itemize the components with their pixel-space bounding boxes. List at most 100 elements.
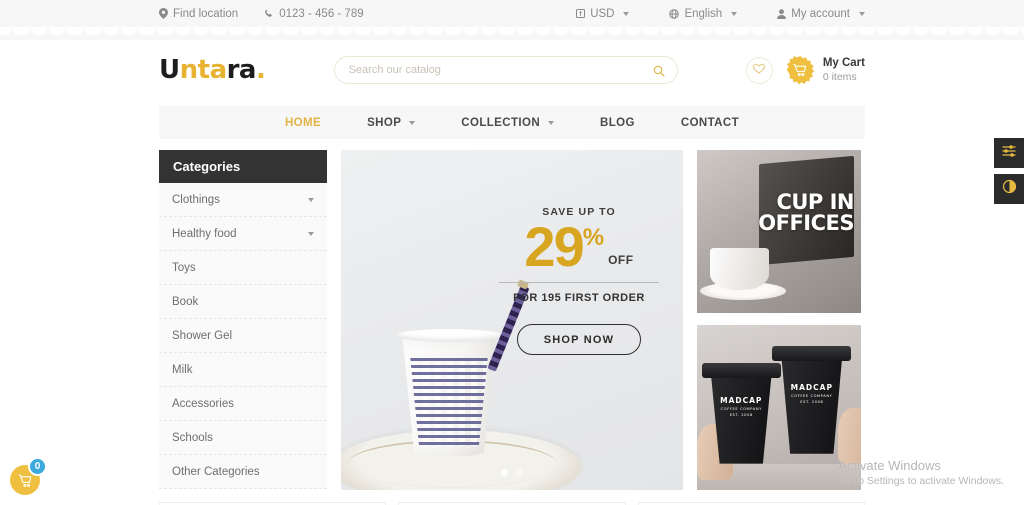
sidebar-item-schools[interactable]: Schools	[159, 421, 327, 455]
chevron-down-icon	[409, 120, 416, 125]
sidebar-item-clothings[interactable]: Clothings	[159, 183, 327, 217]
logo-text-part2: nta	[179, 55, 227, 85]
windows-activation-watermark: Activate Windows Go to Settings to activ…	[838, 458, 1004, 487]
nav-item-label: BLOG	[600, 116, 635, 129]
sidebar-item-healthy-food[interactable]: Healthy food	[159, 217, 327, 251]
wishlist-button[interactable]	[745, 56, 773, 84]
sidebar-item-milk[interactable]: Milk	[159, 353, 327, 387]
header-actions: My Cart 0 items	[745, 55, 865, 85]
logo-text-part1: U	[159, 55, 180, 85]
madcap-sub-b-text: COFFEE COMPANY	[791, 394, 833, 399]
chevron-down-icon	[623, 11, 630, 16]
phone-icon	[264, 8, 274, 19]
page-root: Find location 0123 - 456 - 789 USD Engli…	[0, 0, 1024, 505]
nav-item-home[interactable]: HOME	[262, 117, 344, 129]
category-list: Clothings Healthy food Toys Book Shower Gel M…	[159, 183, 327, 489]
promo-madcap-coffee[interactable]: MADCAP COFFEE COMPANY EST. 2008 MADCAP C…	[697, 325, 861, 490]
site-logo[interactable]: Untara.	[159, 55, 266, 85]
sidebar-item-label: Milk	[172, 363, 193, 376]
categories-title: Categories	[159, 150, 327, 183]
hero-promo-text: SAVE UP TO 29 % OFF FOR 195 FIRST ORDER …	[493, 206, 665, 356]
first-order-label: FOR 195 FIRST ORDER	[513, 292, 645, 305]
sidebar-item-label: Book	[172, 295, 199, 308]
madcap-est-a-text: EST. 2008	[729, 413, 753, 418]
watermark-title: Activate Windows	[838, 458, 941, 473]
chevron-down-icon[interactable]	[308, 231, 314, 236]
nav-item-contact[interactable]: CONTACT	[658, 117, 762, 129]
shopping-cart-icon	[18, 474, 31, 487]
currency-icon	[576, 9, 586, 18]
category-sidebar: Categories Clothings Healthy food Toys Book…	[159, 150, 327, 489]
language-selector[interactable]: English	[669, 7, 738, 20]
madcap-brand-a-text: MADCAP	[720, 396, 763, 406]
side-widget-bar	[994, 138, 1024, 204]
slider-dot-2[interactable]	[516, 469, 523, 476]
find-location-label: Find location	[173, 7, 239, 20]
sidebar-item-label: Toys	[172, 261, 196, 274]
phone-number: 0123 - 456 - 789	[279, 7, 364, 20]
shop-now-button[interactable]: SHOP NOW	[516, 324, 642, 356]
site-header: Untara. My Ca	[159, 40, 865, 100]
currency-label: USD	[590, 7, 615, 20]
madcap-brand-right: MADCAP COFFEE COMPANY EST. 2008	[779, 383, 845, 404]
sidebar-item-label: Clothings	[172, 193, 220, 206]
slider-pagination[interactable]	[341, 469, 683, 476]
madcap-sub-a-text: COFFEE COMPANY	[720, 407, 762, 412]
location-pin-icon	[159, 8, 168, 19]
user-icon	[777, 8, 787, 19]
search-box[interactable]	[333, 56, 678, 84]
cart-badge[interactable]	[786, 55, 815, 85]
promo-cup-in-offices[interactable]: CUP IN OFFICES	[697, 150, 861, 313]
globe-icon	[669, 8, 680, 19]
phone-link[interactable]: 0123 - 456 - 789	[264, 7, 364, 20]
currency-selector[interactable]: USD	[576, 7, 630, 20]
search-icon[interactable]	[653, 64, 665, 82]
contrast-toggle-button[interactable]	[994, 174, 1024, 204]
sidebar-item-other-categories[interactable]: Other Categories	[159, 455, 327, 489]
nav-item-collection[interactable]: COLLECTION	[438, 117, 577, 129]
floating-cart-button[interactable]: 0	[10, 457, 54, 497]
sliders-icon	[1001, 143, 1017, 164]
floating-cart-count: 0	[28, 457, 47, 476]
promo-top-line2: OFFICES	[758, 211, 854, 236]
account-label: My account	[791, 7, 850, 20]
sidebar-item-toys[interactable]: Toys	[159, 251, 327, 285]
search-input[interactable]	[334, 57, 677, 83]
account-menu[interactable]: My account	[777, 8, 865, 20]
language-label: English	[684, 7, 723, 20]
logo-text-part3: ra	[226, 55, 257, 85]
nav-item-label: SHOP	[367, 116, 402, 129]
scalloped-divider	[0, 27, 1024, 40]
slider-dot-1[interactable]	[501, 469, 508, 476]
chevron-down-icon	[859, 11, 865, 16]
cart-item-count: 0 items	[822, 70, 857, 83]
theme-settings-button[interactable]	[994, 138, 1024, 168]
chevron-down-icon	[548, 120, 555, 125]
cart-summary[interactable]: My Cart 0 items	[786, 55, 865, 85]
chevron-down-icon	[731, 11, 738, 16]
heart-icon	[753, 61, 766, 79]
madcap-est-b-text: EST. 2008	[800, 400, 824, 405]
sidebar-item-accessories[interactable]: Accessories	[159, 387, 327, 421]
nav-item-shop[interactable]: SHOP	[344, 117, 438, 129]
main-navigation: HOME SHOP COLLECTION BLOG CONTACT	[159, 106, 865, 139]
divider-rule	[499, 282, 659, 284]
percent-sign: %	[582, 224, 605, 251]
sidebar-item-label: Other Categories	[172, 465, 260, 478]
nav-item-blog[interactable]: BLOG	[577, 117, 658, 129]
chevron-down-icon[interactable]	[308, 197, 314, 202]
hero-slider[interactable]: SAVE UP TO 29 % OFF FOR 195 FIRST ORDER …	[341, 150, 683, 490]
sidebar-item-shower-gel[interactable]: Shower Gel	[159, 319, 327, 353]
cart-starburst-icon	[786, 55, 815, 84]
sidebar-item-label: Healthy food	[172, 227, 237, 240]
promo-top-label: CUP IN OFFICES	[758, 192, 854, 234]
sidebar-item-label: Accessories	[172, 397, 234, 410]
watermark-subtitle: Go to Settings to activate Windows.	[838, 475, 1004, 487]
off-label: OFF	[608, 253, 634, 268]
sidebar-item-label: Shower Gel	[172, 329, 233, 342]
madcap-brand-left: MADCAP COFFEE COMPANY EST. 2008	[708, 396, 774, 417]
sidebar-item-book[interactable]: Book	[159, 285, 327, 319]
find-location-link[interactable]: Find location	[159, 8, 238, 20]
madcap-brand-b-text: MADCAP	[790, 383, 833, 393]
cart-title: My Cart	[822, 57, 865, 70]
